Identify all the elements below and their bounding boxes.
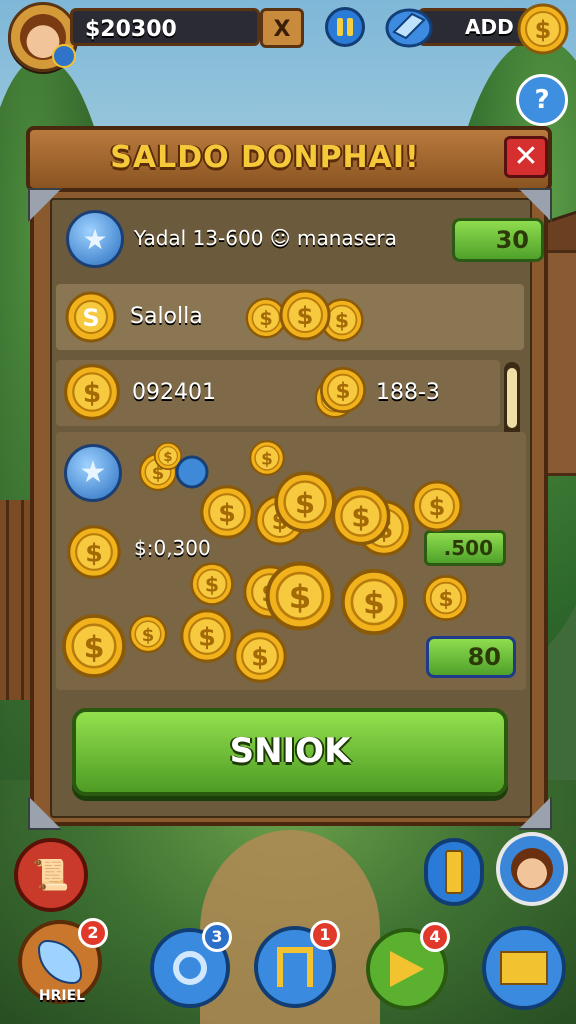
scroll-icon: 📜 [32, 857, 70, 893]
reward-row: ★ Yadal 13-600 ☺ manasera 30 [54, 206, 544, 274]
coin-icon: S [65, 291, 117, 343]
mail-icon [500, 951, 548, 985]
reward-row-text: Yadal 13-600 ☺ manasera [134, 226, 397, 250]
stats-row: 092401 188-3 [56, 360, 500, 426]
bonus-badge[interactable]: 80 [426, 636, 516, 678]
pause-button[interactable] [325, 7, 365, 47]
balance-row: S Salolla [56, 284, 524, 350]
mail-button[interactable] [482, 926, 566, 1010]
avatar [511, 848, 553, 890]
dialog-title: SALDO DONPHAI! [110, 140, 420, 175]
dialog-title-plank: SALDO DONPHAI! ✕ [26, 126, 552, 192]
gem-icon [385, 8, 433, 48]
add-currency-bar[interactable]: ADD [418, 8, 530, 46]
amount-badge[interactable]: .500 [424, 530, 506, 566]
balance-label: Salolla [130, 304, 203, 329]
notification-badge: 1 [310, 920, 340, 950]
scrollbar-thumb[interactable] [507, 368, 517, 428]
pause-icon-bar [337, 18, 343, 36]
avatar-level-badge [52, 44, 76, 68]
star-icon: ★ [64, 444, 122, 502]
help-button[interactable]: ? [516, 74, 568, 126]
reward-badge[interactable]: 30 [452, 218, 544, 262]
notification-badge: 2 [78, 918, 108, 948]
scroll-button[interactable]: 📜 [14, 838, 88, 912]
map-icon [277, 947, 313, 987]
search-icon [173, 951, 207, 985]
money-close-button[interactable]: X [260, 8, 304, 48]
pencil-button[interactable] [424, 838, 484, 906]
stats-value-left: 092401 [132, 380, 216, 405]
pause-icon-bar [347, 18, 353, 36]
balance-dialog: SALDO DONPHAI! ✕ ★ Yadal 13-600 ☺ manase… [26, 126, 552, 830]
confirm-button[interactable]: SNIOK [72, 708, 508, 796]
pencil-icon [445, 850, 463, 894]
hero-portrait-button[interactable] [496, 832, 568, 906]
weapon-label: HRIEL [38, 988, 86, 1004]
coin-icon[interactable]: $ [516, 2, 570, 56]
money-counter: $20300 [70, 8, 260, 46]
weapon-icon [38, 940, 82, 984]
svg-text:$: $ [535, 16, 552, 44]
star-icon: ★ [66, 210, 124, 268]
stats-value-right: 188-3 [376, 380, 440, 405]
notification-badge: 3 [202, 922, 232, 952]
coin-amount: $:0,300 [134, 536, 211, 560]
close-button[interactable]: ✕ [504, 136, 548, 178]
notification-badge: 4 [420, 922, 450, 952]
svg-text:S: S [82, 304, 99, 332]
flag-icon [390, 951, 424, 987]
